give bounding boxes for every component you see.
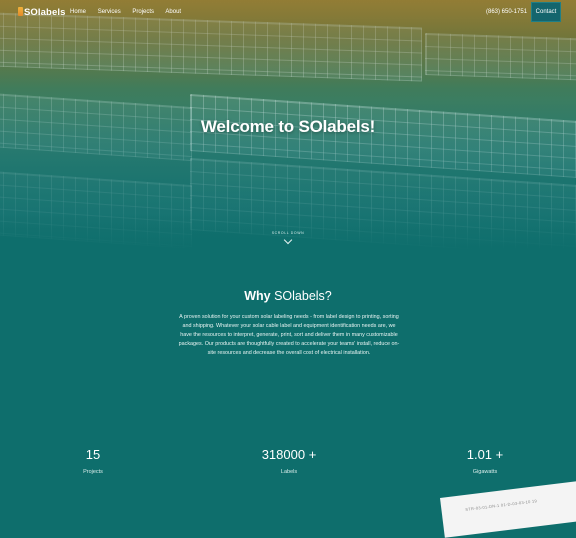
stat-label: Labels — [280, 469, 298, 475]
phone-number[interactable]: (863) 650-1751 — [486, 9, 527, 15]
hero-title: Welcome to SOlabels! — [200, 117, 376, 136]
why-heading: Why SOlabels? — [0, 289, 576, 303]
stat-label: Gigawatts — [472, 469, 498, 475]
why-heading-bold: Why — [244, 289, 271, 303]
nav-links: Home Services Projects About — [70, 9, 191, 15]
logo-text: SOlabels — [24, 7, 66, 18]
stat-projects: 15 Projects — [33, 447, 153, 475]
nav-link-about[interactable]: About — [165, 9, 181, 15]
stat-gigawatts: 1.01 + Gigawatts — [425, 447, 545, 475]
contact-button[interactable]: Contact — [531, 2, 561, 22]
top-navigation: SOlabels Home Services Projects About (8… — [0, 0, 576, 24]
stat-labels: 318000 + Labels — [229, 447, 349, 475]
why-description: A proven solution for your custom solar … — [178, 314, 400, 357]
label-strip-image — [440, 476, 576, 538]
stat-value: 318000 + — [261, 447, 317, 462]
nav-link-home[interactable]: Home — [70, 9, 86, 15]
logo-icon — [18, 7, 23, 16]
stat-value: 15 — [85, 447, 101, 462]
why-heading-rest: SOlabels? — [270, 289, 332, 303]
nav-link-projects[interactable]: Projects — [132, 9, 154, 15]
logo[interactable]: SOlabels — [18, 7, 65, 19]
stat-value: 1.01 + — [466, 447, 504, 462]
stat-label: Projects — [83, 469, 103, 475]
nav-link-services[interactable]: Services — [98, 9, 121, 15]
scroll-down-label[interactable]: SCROLL DOWN — [0, 231, 576, 235]
